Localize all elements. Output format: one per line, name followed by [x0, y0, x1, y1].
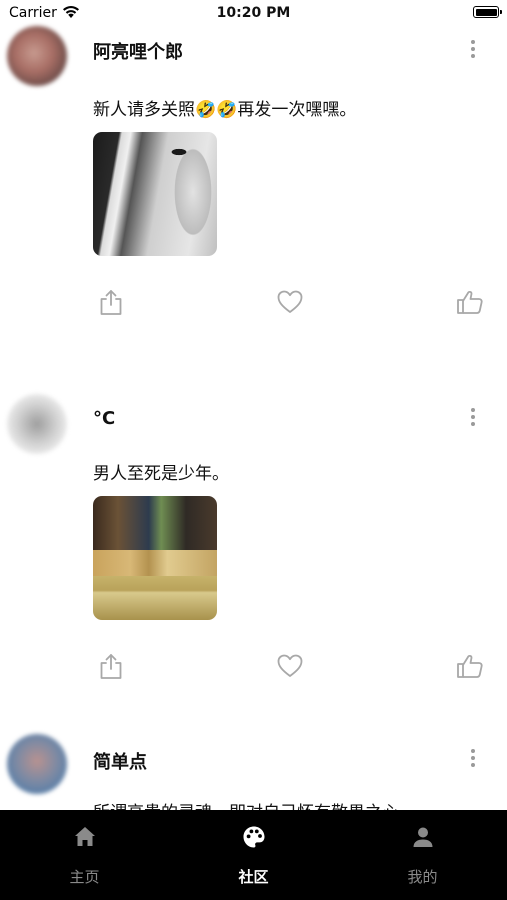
avatar[interactable] [7, 26, 67, 86]
heart-icon[interactable] [276, 652, 304, 680]
more-options-icon[interactable] [469, 40, 477, 62]
thumbs-up-icon[interactable] [456, 288, 484, 316]
person-icon [413, 827, 433, 847]
tab-community[interactable]: 社区 [169, 810, 338, 900]
post-username[interactable]: 阿亮哩个郎 [93, 38, 183, 64]
tab-profile-label: 我的 [407, 868, 438, 886]
palette-icon [243, 826, 265, 848]
home-icon [75, 827, 95, 846]
post-username[interactable]: °C [93, 408, 115, 429]
heart-icon[interactable] [276, 288, 304, 316]
post-photo[interactable] [93, 496, 217, 620]
avatar[interactable] [7, 734, 67, 794]
post-text: 新人请多关照🤣🤣再发一次嘿嘿。 [93, 100, 357, 120]
thumbs-up-icon[interactable] [456, 652, 484, 680]
more-options-icon[interactable] [469, 408, 477, 430]
post-username[interactable]: 简单点 [93, 748, 147, 774]
share-icon[interactable] [97, 288, 125, 316]
share-icon[interactable] [97, 652, 125, 680]
post-text: 男人至死是少年。 [93, 464, 229, 484]
tab-community-label: 社区 [238, 868, 269, 886]
avatar[interactable] [7, 394, 67, 454]
tab-home-label: 主页 [69, 868, 100, 886]
tab-home[interactable]: 主页 [0, 810, 169, 900]
tab-profile[interactable]: 我的 [338, 810, 507, 900]
post-text: 所谓高贵的灵魂，即对自己怀有敬畏之心。 [93, 798, 416, 810]
bottom-tab-bar: 主页 社区 我的 [0, 810, 507, 900]
more-options-icon[interactable] [469, 749, 477, 771]
community-feed[interactable]: 阿亮哩个郎 新人请多关照🤣🤣再发一次嘿嘿。 °C 男人至死是少年。 简单点 [0, 0, 507, 810]
post-photo[interactable] [93, 132, 217, 256]
